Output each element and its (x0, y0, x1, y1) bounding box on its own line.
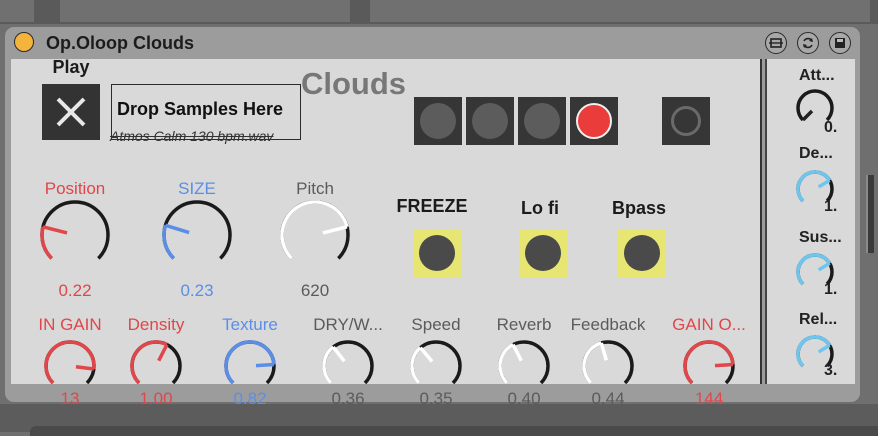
top-strip (0, 0, 878, 24)
envelope-label: De... (799, 145, 833, 162)
knob-pointer (164, 223, 190, 235)
knob-label: Texture (222, 315, 278, 334)
knob-fill (498, 343, 514, 384)
hotswap-button[interactable] (765, 32, 787, 54)
knob-track (796, 89, 834, 122)
knob-label: Reverb (496, 315, 552, 334)
knob-pointer (42, 225, 68, 235)
envelope-label: Att... (799, 67, 835, 84)
knob-label: DRY/W... (313, 315, 383, 334)
knob-fill (410, 346, 422, 384)
power-button[interactable] (14, 32, 34, 52)
knob-fill (796, 170, 832, 203)
knob-pointer (511, 343, 523, 362)
knob-pointer (817, 178, 831, 189)
knob-pointer (419, 346, 434, 363)
knob-row2-2[interactable] (224, 340, 276, 384)
knob-label: SIZE (178, 179, 216, 198)
envelope-knob-1[interactable] (796, 170, 834, 203)
knob-size[interactable] (162, 200, 232, 260)
bottom-bar (30, 426, 878, 436)
knob-pointer (599, 342, 609, 361)
refresh-icon (803, 37, 813, 49)
refresh-button[interactable] (797, 32, 819, 54)
knob-label: Pitch (296, 179, 334, 198)
knob-pointer (331, 345, 346, 363)
knob-fill (582, 341, 602, 384)
knob-layer (40, 200, 735, 384)
knob-value: 0.23 (180, 281, 214, 300)
envelope-value: 1. (824, 281, 838, 298)
knob-row2-4[interactable] (410, 340, 462, 384)
knob-row2-0[interactable] (44, 340, 96, 384)
knob-fill (40, 226, 53, 260)
knob-row2-7[interactable] (683, 340, 735, 384)
knob-label: IN GAIN (38, 315, 102, 334)
knob-pointer (817, 343, 831, 354)
envelope-label: Sus... (799, 229, 842, 246)
panel-divider (760, 59, 762, 384)
device-title: Op.Oloop Clouds (46, 33, 194, 53)
knob-pointer (817, 261, 831, 272)
knob-value: 0.40 (507, 389, 541, 408)
top-tab (370, 0, 870, 22)
knob-fill (683, 340, 735, 384)
knob-pointer (75, 365, 95, 371)
knob-row2-1[interactable] (130, 340, 182, 384)
knob-value: 144 (694, 389, 724, 408)
knob-track (162, 200, 232, 260)
knob-label: Density (127, 315, 185, 334)
knob-value: 1.00 (139, 389, 173, 408)
knob-pointer (157, 343, 169, 362)
knob-value: 0.22 (58, 281, 92, 300)
knob-pointer (322, 225, 348, 235)
knob-value: 0.36 (331, 389, 365, 408)
envelope-knob-0[interactable] (796, 89, 834, 122)
knob-position[interactable] (40, 200, 110, 260)
knob-pointer (801, 109, 814, 122)
knob-row2-5[interactable] (498, 340, 550, 384)
knob-fill (796, 253, 832, 286)
scrollbar[interactable] (866, 175, 874, 253)
hotswap-icon (769, 38, 783, 48)
knob-fill (322, 345, 335, 384)
top-tab (60, 0, 350, 22)
knob-pointer (714, 362, 734, 368)
save-button[interactable] (829, 32, 851, 54)
knob-fill (224, 340, 276, 384)
knob-value: 620 (300, 281, 330, 300)
knob-fill (130, 340, 168, 384)
knob-pitch[interactable] (280, 200, 350, 260)
knob-value: 0.82 (233, 389, 267, 408)
knob-value: 0.35 (419, 389, 453, 408)
knob-label: GAIN O... (672, 315, 746, 334)
knob-label: Feedback (570, 315, 646, 334)
envelope-knob-2[interactable] (796, 253, 834, 286)
knob-value: 0.44 (591, 389, 625, 408)
knob-label: Position (44, 179, 106, 198)
envelope-label: Rel... (799, 311, 838, 328)
knob-pointer (255, 362, 275, 368)
device-window: Op.Oloop Clouds Play Drop Samples Here A… (5, 27, 860, 408)
top-tab (0, 0, 34, 22)
knob-label: Speed (411, 315, 461, 334)
envelope-value: 3. (824, 362, 838, 379)
envelope-value: 0. (824, 119, 838, 136)
device-titlebar: Op.Oloop Clouds (5, 27, 860, 59)
knob-row2-6[interactable] (582, 340, 634, 384)
knob-value: 13 (60, 389, 80, 408)
envelope-panel: Att... 0. De... 1. Sus... 1. Rel... 3. (765, 59, 855, 384)
knob-fill (44, 340, 96, 384)
main-panel: Play Drop Samples Here Atmos Calm 130 bp… (11, 57, 761, 408)
save-icon (835, 38, 845, 48)
envelope-knob-layer (796, 89, 834, 368)
knob-fill (162, 224, 175, 260)
envelope-value: 1. (824, 198, 838, 215)
knob-row2-3[interactable] (322, 340, 374, 384)
